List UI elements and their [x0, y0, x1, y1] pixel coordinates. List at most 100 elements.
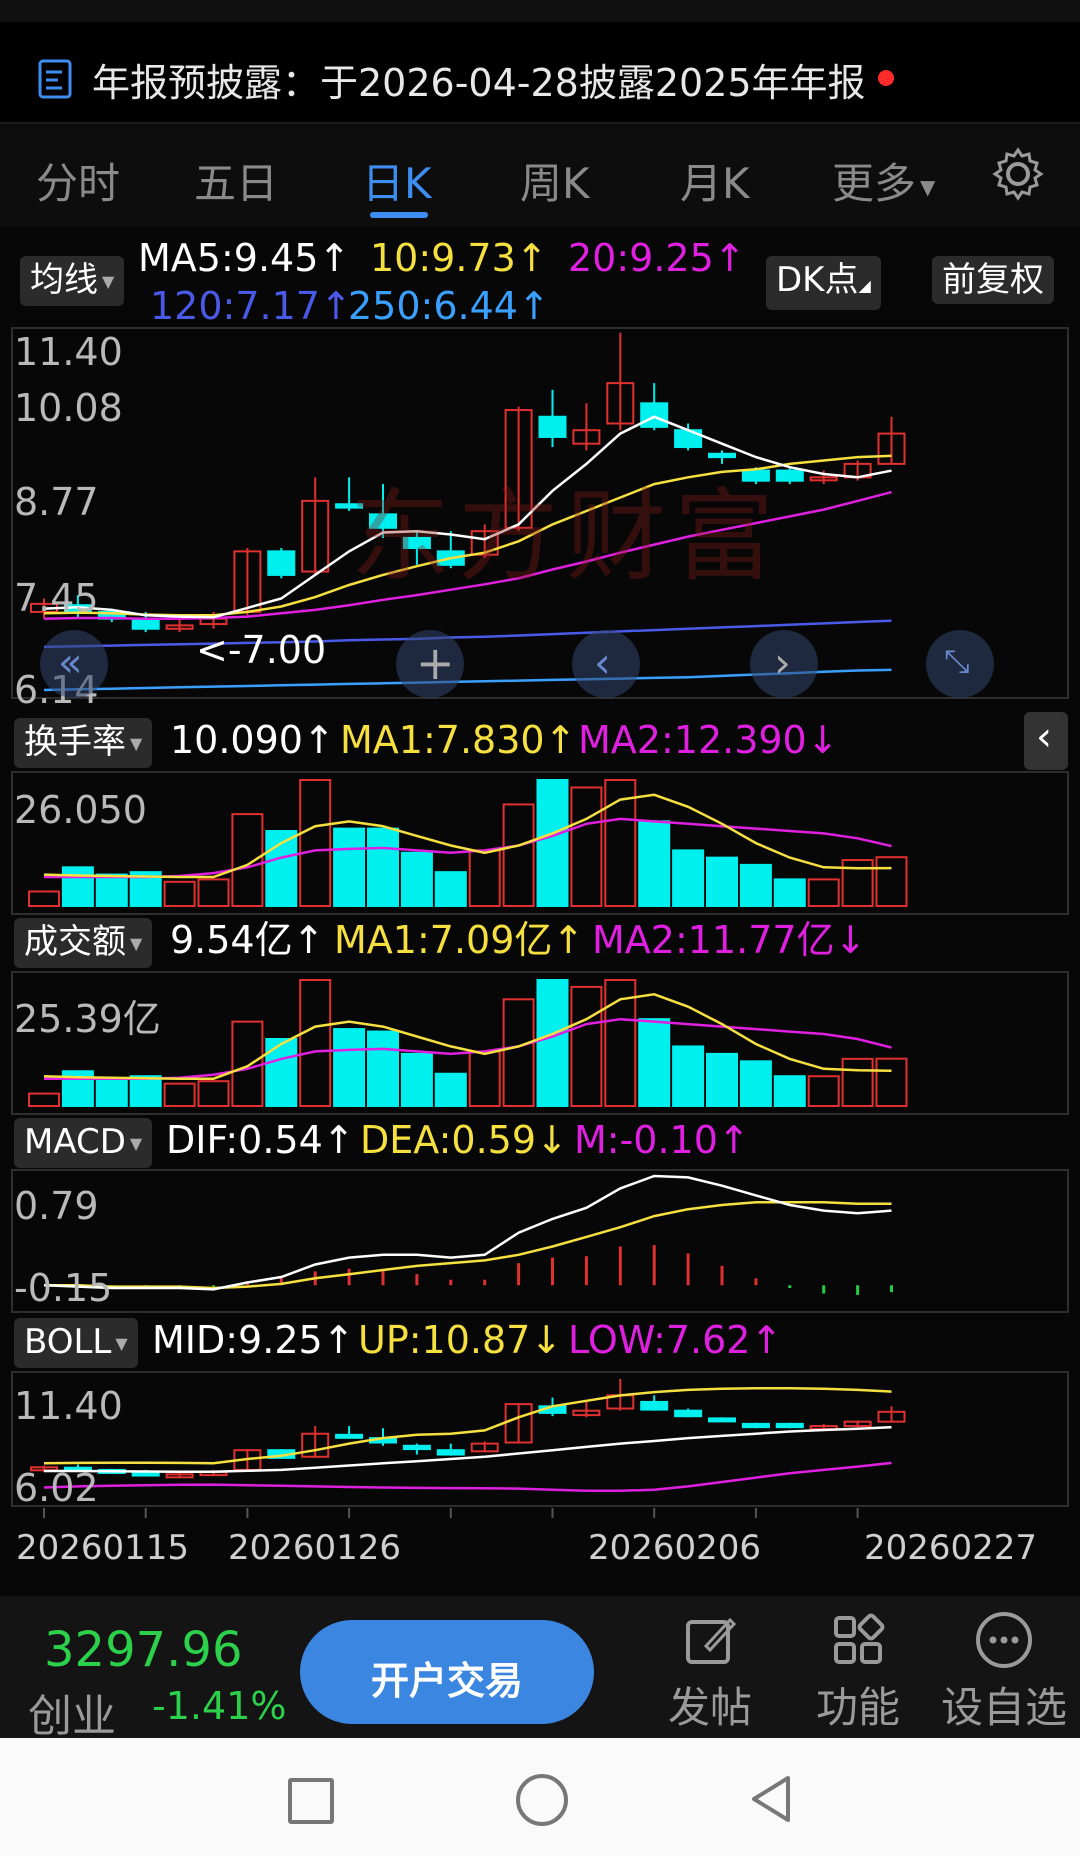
candle-down — [640, 402, 669, 428]
amount-selector-label: 成交额 — [24, 922, 126, 962]
macd-m: M:-0.10↑ — [574, 1118, 750, 1162]
caret-down-icon: ▼ — [129, 1133, 143, 1153]
amount-bar — [333, 1028, 366, 1107]
amount-bar — [197, 1080, 230, 1108]
turnover-bar — [875, 856, 908, 908]
turnover-bar — [95, 873, 128, 908]
boll-up: UP:10.87↓ — [358, 1318, 563, 1362]
amount-bar — [502, 998, 535, 1107]
macd-selector[interactable]: MACD ▼ — [14, 1118, 153, 1168]
index-value[interactable]: 3297.96 — [44, 1622, 243, 1678]
amount-bar — [570, 985, 603, 1108]
chevron-left-icon: ‹ — [594, 638, 611, 687]
turnover-bar — [672, 849, 705, 908]
candle-down — [267, 550, 296, 576]
watermark: 东方财富 — [350, 478, 782, 595]
date-label: 20260115 — [16, 1528, 190, 1568]
amount-ma2: MA2:11.77亿↓ — [592, 918, 867, 962]
boll-candle — [402, 1444, 431, 1451]
date-label: 20260206 — [588, 1528, 762, 1568]
price-axis-tick: 10.08 — [14, 386, 123, 430]
macd-dif-line — [43, 1174, 892, 1291]
turnover-bar — [61, 866, 94, 907]
candle-down — [131, 619, 160, 630]
macd-panel-frame — [11, 1169, 1069, 1313]
macd-axis-max: 0.79 — [14, 1184, 99, 1228]
amount-selector[interactable]: 成交额 ▼ — [14, 918, 153, 968]
chevron-right-icon: › — [774, 638, 791, 687]
home-icon[interactable] — [516, 1774, 568, 1826]
plus-icon: + — [416, 636, 455, 690]
boll-candle — [335, 1433, 364, 1439]
turnover-ma2: MA2:12.390↓ — [578, 718, 839, 762]
amount-bar — [129, 1075, 162, 1107]
fullscreen-button[interactable]: ⤡ — [926, 630, 994, 698]
boll-axis-max: 11.40 — [14, 1384, 123, 1428]
boll-mid-line — [44, 1425, 892, 1473]
date-label: 20260126 — [228, 1528, 402, 1568]
turnover-bar — [197, 878, 230, 908]
amount-ma1: MA1:7.09亿↑ — [334, 918, 585, 962]
macd-dea-line — [44, 1201, 892, 1290]
turnover-bar — [400, 851, 433, 907]
recents-icon[interactable] — [288, 1778, 334, 1824]
double-chevron-left-icon: « — [58, 640, 83, 686]
boll-mid: MID:9.25↑ — [152, 1318, 355, 1362]
index-change: -1.41% — [152, 1684, 287, 1728]
boll-selector-label: BOLL — [24, 1322, 112, 1362]
chevron-left-icon: ‹ — [1036, 714, 1052, 760]
open-account-trade-label: 开户交易 — [370, 1659, 523, 1703]
amount-bar — [367, 1030, 399, 1108]
boll-selector[interactable]: BOLL ▼ — [14, 1318, 138, 1368]
function-label: 功能 — [815, 1683, 900, 1732]
turnover-selector[interactable]: 换手率 ▼ — [14, 718, 153, 768]
amount-bar — [672, 1045, 705, 1107]
zoom-in-button[interactable]: + — [396, 630, 464, 698]
scroll-left-button[interactable]: ‹ — [572, 630, 640, 698]
boll-low: LOW:7.62↑ — [568, 1318, 783, 1362]
turnover-bar — [434, 871, 467, 907]
amount-bar — [807, 1075, 840, 1107]
amount-bar — [265, 1038, 298, 1108]
collapse-panel-button[interactable]: ‹ — [1024, 712, 1068, 770]
turnover-axis-max: 26.050 — [14, 788, 147, 832]
turnover-bar — [739, 863, 772, 908]
index-name[interactable]: 创业 — [28, 1680, 116, 1744]
price-axis-tick: 8.77 — [14, 480, 99, 524]
amount-bar — [299, 979, 332, 1107]
turnover-bar — [468, 849, 501, 908]
turnover-bar — [231, 813, 264, 907]
turnover-bar — [536, 779, 569, 907]
macd-dif: DIF:0.54↑ — [166, 1118, 355, 1162]
boll-candle — [708, 1417, 736, 1423]
post-button[interactable]: 发帖 — [660, 1610, 760, 1735]
amount-bar — [841, 1057, 874, 1108]
price-marker: <-7.00 — [196, 628, 327, 672]
function-button[interactable]: 功能 — [808, 1610, 908, 1735]
open-account-trade-button[interactable]: 开户交易 — [300, 1620, 594, 1724]
boll-candle — [775, 1422, 804, 1429]
turnover-value: 10.090↑ — [170, 718, 335, 762]
amount-bar — [434, 1072, 467, 1107]
amount-bar — [400, 1052, 433, 1107]
caret-down-icon: ▼ — [115, 1333, 128, 1353]
turnover-bar — [638, 820, 671, 908]
scroll-right-button[interactable]: › — [750, 630, 818, 698]
macd-selector-label: MACD — [24, 1122, 126, 1162]
scroll-left-fast-button[interactable]: « — [40, 630, 108, 698]
caret-down-icon: ▼ — [130, 733, 143, 753]
amount-value: 9.54亿↑ — [170, 918, 325, 962]
turnover-bar — [333, 827, 366, 907]
turnover-ma1: MA1:7.830↑ — [340, 718, 577, 762]
boll-candle — [640, 1400, 669, 1411]
add-watchlist-button[interactable]: 设自选 — [934, 1610, 1074, 1735]
turnover-bar — [706, 856, 738, 907]
boll-candle — [741, 1422, 770, 1429]
boll-candle — [131, 1471, 160, 1477]
amount-bar — [739, 1060, 772, 1108]
grid-icon — [834, 1613, 885, 1664]
amount-bar — [163, 1082, 196, 1107]
turnover-selector-label: 换手率 — [24, 722, 126, 762]
amount-bar — [95, 1077, 128, 1108]
candle-down — [538, 415, 567, 438]
